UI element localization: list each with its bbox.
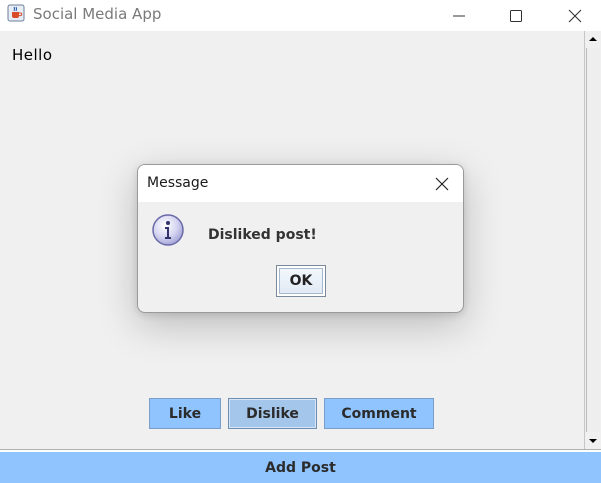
ok-button[interactable]: OK — [276, 265, 326, 297]
scroll-down-button[interactable] — [585, 432, 601, 449]
scroll-track[interactable] — [586, 48, 600, 432]
close-window-button[interactable] — [552, 0, 598, 31]
window-titlebar: Social Media App — [0, 0, 601, 31]
like-button[interactable]: Like — [149, 398, 221, 429]
close-icon — [435, 177, 449, 190]
add-post-button[interactable]: Add Post — [0, 452, 601, 483]
dislike-button[interactable]: Dislike — [228, 398, 317, 429]
comment-button[interactable]: Comment — [324, 398, 434, 429]
minimize-button[interactable] — [436, 0, 482, 31]
information-icon — [152, 214, 184, 246]
maximize-button[interactable] — [493, 0, 539, 31]
minimize-icon — [453, 15, 465, 16]
dialog-titlebar: Message — [138, 165, 463, 202]
scroll-up-button[interactable] — [585, 31, 601, 48]
vertical-scrollbar[interactable] — [584, 31, 601, 449]
post-text: Hello — [12, 46, 53, 64]
dialog-title: Message — [147, 175, 209, 191]
arrow-up-icon — [589, 37, 597, 41]
maximize-icon — [510, 9, 522, 22]
dialog-close-button[interactable] — [421, 165, 463, 202]
close-icon — [568, 9, 582, 22]
message-dialog: Message Disliked post! OK — [137, 164, 464, 313]
window-title: Social Media App — [33, 5, 162, 23]
arrow-down-icon — [589, 439, 597, 443]
java-app-icon — [7, 4, 25, 22]
dialog-message: Disliked post! — [208, 227, 317, 243]
